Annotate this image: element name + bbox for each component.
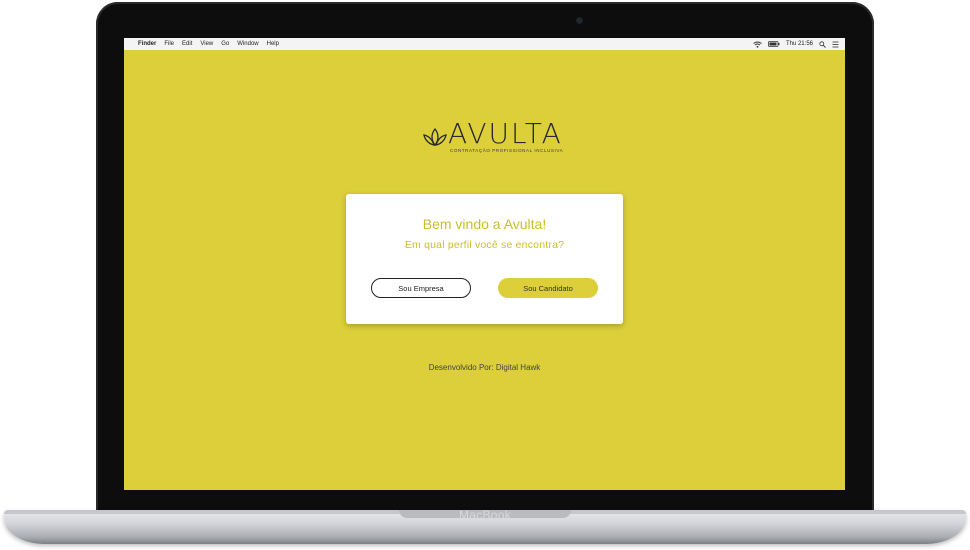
menu-item-view[interactable]: View xyxy=(200,41,213,47)
sou-candidato-button[interactable]: Sou Candidato xyxy=(498,278,598,298)
camera-icon xyxy=(577,18,582,23)
menu-item-file[interactable]: File xyxy=(164,41,174,47)
menu-item-finder[interactable]: Finder xyxy=(138,41,156,47)
device-brand-label: MacBook xyxy=(458,508,512,522)
footer-credit: Desenvolvido Por: Digital Hawk xyxy=(428,363,541,372)
menu-item-go[interactable]: Go xyxy=(221,41,229,47)
welcome-card: Bem vindo a Avulta! Em qual perfil você … xyxy=(346,194,623,324)
search-icon[interactable] xyxy=(819,40,826,48)
logo-tagline: CONTRATAÇÃO PROFISSIONAL INCLUSIVA xyxy=(450,148,564,153)
menubar-status: Thu 21:56 xyxy=(753,38,839,50)
welcome-title: Bem vindo a Avulta! xyxy=(422,216,547,232)
menu-item-edit[interactable]: Edit xyxy=(182,41,192,47)
avulta-logo: AVULTA CONTRATAÇÃO PROFISSIONAL INCLUSIV… xyxy=(422,118,563,158)
welcome-subtitle: Em qual perfil você se encontra? xyxy=(404,239,565,251)
menu-item-window[interactable]: Window xyxy=(237,41,258,47)
screen: Finder File Edit View Go Window Help Thu… xyxy=(124,38,845,490)
menubar-clock[interactable]: Thu 21:56 xyxy=(786,41,813,47)
list-icon[interactable] xyxy=(832,41,839,48)
lotus-logo-icon xyxy=(423,127,447,147)
wifi-icon[interactable] xyxy=(753,41,762,48)
menu-bar: Finder File Edit View Go Window Help Thu… xyxy=(124,38,845,50)
sou-empresa-button[interactable]: Sou Empresa xyxy=(371,278,471,298)
menu-item-help[interactable]: Help xyxy=(267,41,279,47)
logo-wordmark: AVULTA xyxy=(448,117,563,150)
battery-icon[interactable] xyxy=(768,41,780,47)
